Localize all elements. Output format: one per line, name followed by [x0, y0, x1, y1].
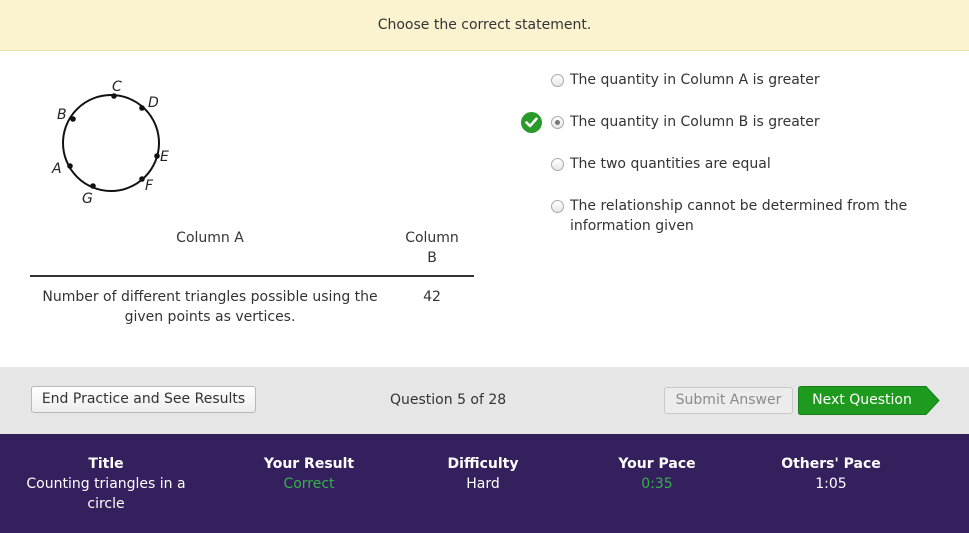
comparison-row: Number of different triangles possible u…	[30, 277, 474, 327]
stat-difficulty: Difficulty Hard	[432, 454, 534, 494]
stat-result-label: Your Result	[263, 456, 355, 472]
stat-title-label: Title	[88, 456, 124, 472]
end-practice-button[interactable]: End Practice and See Results	[31, 386, 256, 413]
comparison-table: Column A Column B Number of different tr…	[30, 226, 474, 327]
stat-title-value-line1: Counting triangles in a	[26, 476, 186, 492]
answer-label-d: The relationship cannot be determined fr…	[570, 196, 907, 236]
point-a-label: A	[51, 161, 62, 177]
answer-radio-d[interactable]	[551, 200, 564, 213]
stat-title: Title Counting triangles in a circle	[20, 454, 192, 514]
answer-label-c: The two quantities are equal	[570, 156, 771, 172]
question-prompt: Choose the correct statement.	[377, 17, 592, 33]
column-b-header: Column B	[390, 226, 474, 275]
stat-result-value: Correct	[283, 476, 335, 492]
column-a-quantity-line1: Number of different triangles possible u…	[42, 289, 378, 305]
stat-difficulty-value: Hard	[466, 476, 500, 492]
point-b-dot	[70, 116, 76, 122]
stat-others-pace-label: Others' Pace	[781, 456, 881, 472]
column-b-header-line2: B	[427, 250, 437, 266]
column-b-quantity: 42	[423, 289, 441, 305]
point-d-label: D	[148, 95, 159, 111]
column-a-header: Column A	[176, 230, 244, 246]
stat-others-pace: Others' Pace 1:05	[766, 454, 896, 494]
point-g-dot	[90, 183, 96, 189]
question-counter: Question 5 of 28	[390, 392, 507, 408]
stats-bar: Title Counting triangles in a circle You…	[0, 434, 969, 533]
answer-radio-c[interactable]	[551, 158, 564, 171]
answer-radio-b[interactable]	[551, 116, 564, 129]
answer-choice-a[interactable]: The quantity in Column A is greater	[521, 70, 941, 92]
answer-label-a: The quantity in Column A is greater	[570, 72, 820, 88]
point-a-dot	[67, 163, 73, 169]
point-c-label: C	[112, 79, 122, 95]
stat-your-pace: Your Pace 0:35	[602, 454, 712, 494]
answer-label-b: The quantity in Column B is greater	[570, 114, 820, 130]
stat-your-pace-label: Your Pace	[618, 456, 696, 472]
next-question-label: Next Question	[812, 392, 912, 408]
stat-your-pace-value: 0:35	[641, 476, 673, 492]
column-b-header-line1: Column	[405, 230, 459, 246]
point-e-dot	[154, 153, 160, 159]
next-question-button[interactable]: Next Question	[798, 386, 940, 415]
point-f-label: F	[145, 178, 154, 194]
answer-label-d-line2: information given	[570, 218, 694, 234]
circle-figure: C D E F G A B	[51, 79, 169, 204]
answer-choice-c[interactable]: The two quantities are equal	[521, 154, 941, 176]
point-g-label: G	[82, 191, 93, 204]
submit-answer-button[interactable]: Submit Answer	[664, 387, 793, 414]
comparison-header-row: Column A Column B	[30, 226, 474, 277]
answer-choice-d[interactable]: The relationship cannot be determined fr…	[521, 196, 941, 236]
point-e-label: E	[160, 149, 169, 165]
answer-radio-a[interactable]	[551, 74, 564, 87]
action-bar: End Practice and See Results Question 5 …	[0, 367, 969, 434]
circle-outline	[62, 94, 160, 192]
question-prompt-bar: Choose the correct statement.	[0, 0, 969, 51]
column-a-quantity-line2: given points as vertices.	[124, 309, 296, 325]
stat-others-pace-value: 1:05	[815, 476, 847, 492]
stat-title-value-line2: circle	[87, 496, 125, 512]
correct-check-icon	[521, 112, 542, 133]
stat-result: Your Result Correct	[248, 454, 370, 494]
answer-label-d-line1: The relationship cannot be determined fr…	[570, 198, 908, 214]
column-a-quantity: Number of different triangles possible u…	[30, 287, 390, 327]
stat-difficulty-label: Difficulty	[447, 456, 519, 472]
answer-choice-b[interactable]: The quantity in Column B is greater	[521, 112, 941, 134]
point-d-dot	[139, 105, 145, 111]
point-b-label: B	[57, 107, 67, 123]
point-f-dot	[139, 176, 145, 182]
answer-choices: The quantity in Column A is greater The …	[521, 70, 941, 256]
